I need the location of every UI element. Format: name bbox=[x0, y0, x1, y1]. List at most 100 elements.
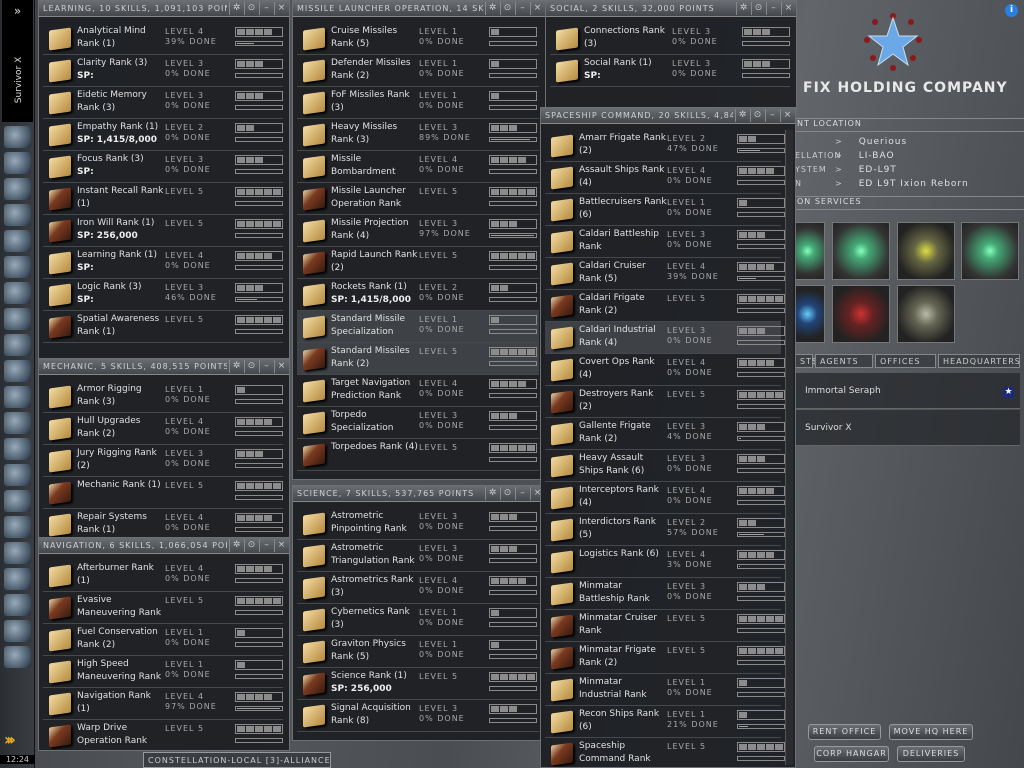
tab-agents[interactable]: AGENTS bbox=[815, 354, 873, 368]
skill-row[interactable]: Hull Upgrades Rank (2) LEVEL 4 0% DONE bbox=[43, 413, 283, 445]
skill-row[interactable]: Interceptors Rank (4) LEVEL 4 0% DONE bbox=[545, 482, 785, 514]
minimize-button[interactable]: – bbox=[259, 360, 273, 373]
skill-row[interactable]: Covert Ops Rank (4) LEVEL 4 0% DONE bbox=[545, 354, 785, 386]
skill-row[interactable]: Astrometrics Rank (3) LEVEL 4 0% DONE bbox=[297, 572, 539, 604]
skill-row[interactable]: Rapid Launch Rank (2) LEVEL 5 bbox=[297, 247, 539, 279]
character-sheet-icon[interactable] bbox=[4, 126, 31, 148]
expand-icon[interactable]: » bbox=[2, 4, 33, 18]
skill-row[interactable]: Cybernetics Rank (3) LEVEL 1 0% DONE bbox=[297, 604, 539, 636]
options-icon[interactable]: ⊙ bbox=[500, 2, 514, 15]
window-header[interactable]: LEARNING, 10 SKILLS, 1,091,103 POINT ✲ ⊙ – × bbox=[39, 1, 289, 17]
fitting-icon[interactable] bbox=[4, 386, 31, 408]
skill-row[interactable]: Warp Drive Operation Rank LEVEL 5 bbox=[43, 720, 283, 750]
tab-lists[interactable]: STS bbox=[795, 354, 817, 368]
skill-row[interactable]: Torpedo Specialization LEVEL 3 0% DONE bbox=[297, 407, 539, 439]
skill-row[interactable]: Cruise Missiles Rank (5) LEVEL 1 0% DONE bbox=[297, 23, 539, 55]
location-value[interactable]: LI-BAO bbox=[859, 151, 895, 161]
options-icon[interactable]: ⊙ bbox=[244, 360, 258, 373]
skill-row[interactable]: Signal Acquisition Rank (8) LEVEL 3 0% DON… bbox=[297, 700, 539, 732]
skill-row[interactable]: Missile Projection Rank (4) LEVEL 3 97% DO… bbox=[297, 215, 539, 247]
help-icon[interactable] bbox=[4, 438, 31, 460]
skill-row[interactable]: Science Rank (1) SP: 256,000 LEVEL 5 bbox=[297, 668, 539, 700]
information-icon[interactable] bbox=[4, 568, 31, 590]
wallet-icon[interactable] bbox=[4, 256, 31, 278]
window-header[interactable]: SCIENCE, 7 SKILLS, 537,765 POINTS ✲ ⊙ – × bbox=[293, 486, 545, 502]
skill-row[interactable]: Astrometric Triangulation Rank LEVEL 3 0% … bbox=[297, 540, 539, 572]
scrollbar[interactable] bbox=[785, 130, 793, 765]
location-value[interactable]: ED L9T Ixion Reborn bbox=[859, 179, 969, 189]
chevrons-icon[interactable]: ››› bbox=[4, 730, 31, 750]
skill-row[interactable]: Connections Rank (3) LEVEL 3 0% DONE bbox=[550, 23, 790, 55]
skill-row[interactable]: Caldari Frigate Rank (2) LEVEL 5 bbox=[545, 290, 785, 322]
window-header[interactable]: MISSILE LAUNCHER OPERATION, 14 SKIL ✲ ⊙ – × bbox=[293, 1, 545, 17]
corp-hangar-button[interactable]: CORP HANGAR bbox=[814, 746, 889, 762]
close-button[interactable]: × bbox=[274, 2, 288, 15]
portrait-icon[interactable] bbox=[4, 594, 31, 616]
window-header[interactable]: NAVIGATION, 6 SKILLS, 1,066,054 POIN ✲ ⊙ – × bbox=[39, 538, 289, 554]
skill-row[interactable]: Astrometric Pinpointing Rank LEVEL 3 0% DO… bbox=[297, 508, 539, 540]
people-places-icon[interactable] bbox=[4, 152, 31, 174]
skill-row[interactable]: Minmatar Frigate Rank (2) LEVEL 5 bbox=[545, 642, 785, 674]
skill-row[interactable]: Gallente Frigate Rank (2) LEVEL 3 4% DONE bbox=[545, 418, 785, 450]
skill-row[interactable]: FoF Missiles Rank (3) LEVEL 1 0% DONE bbox=[297, 87, 539, 119]
close-button[interactable]: × bbox=[530, 2, 544, 15]
skill-row[interactable]: Torpedoes Rank (4) LEVEL 5 bbox=[297, 439, 539, 471]
skill-row[interactable]: Navigation Rank (1) LEVEL 4 97% DONE bbox=[43, 688, 283, 720]
skill-row[interactable]: Minmatar Cruiser Rank LEVEL 5 bbox=[545, 610, 785, 642]
map-icon[interactable] bbox=[4, 308, 31, 330]
pin-icon[interactable]: ✲ bbox=[229, 2, 243, 15]
pin-icon[interactable]: ✲ bbox=[735, 109, 749, 122]
skill-row[interactable]: Caldari Industrial Rank (4) LEVEL 3 0% DON… bbox=[545, 322, 785, 354]
skill-row[interactable]: Logic Rank (3) SP: LEVEL 3 46% DONE bbox=[43, 279, 283, 311]
rent-office-button[interactable]: RENT OFFICE bbox=[808, 724, 881, 740]
skill-row[interactable]: Fuel Conservation Rank (2) LEVEL 1 0% DONE bbox=[43, 624, 283, 656]
window-header[interactable]: SPACESHIP COMMAND, 20 SKILLS, 4,84 ✲ ⊙ – × bbox=[541, 108, 795, 124]
skill-row[interactable]: Spaceship Command Rank LEVEL 5 bbox=[545, 738, 785, 767]
window-header[interactable]: MECHANIC, 5 SKILLS, 408,515 POINTS ✲ ⊙ – × bbox=[39, 359, 289, 375]
skill-row[interactable]: Iron Will Rank (1) SP: 256,000 LEVEL 5 bbox=[43, 215, 283, 247]
skill-row[interactable]: Standard Missiles Rank (2) LEVEL 5 bbox=[297, 343, 539, 375]
pin-icon[interactable]: ✲ bbox=[485, 487, 499, 500]
skill-row[interactable]: Learning Rank (1) SP: LEVEL 4 0% DONE bbox=[43, 247, 283, 279]
skill-row[interactable]: Heavy Missiles Rank (3) LEVEL 3 89% DONE bbox=[297, 119, 539, 151]
skill-row[interactable]: Social Rank (1) SP: LEVEL 3 0% DONE bbox=[550, 55, 790, 87]
pin-icon[interactable]: ✲ bbox=[736, 2, 750, 15]
skill-row[interactable]: Mechanic Rank (1) LEVEL 5 bbox=[43, 477, 283, 509]
mail-icon[interactable] bbox=[4, 178, 31, 200]
service-icon-4[interactable] bbox=[961, 222, 1019, 280]
contracts-icon[interactable] bbox=[4, 282, 31, 304]
skill-row[interactable]: Destroyers Rank (2) LEVEL 5 bbox=[545, 386, 785, 418]
skill-row[interactable]: Missile Bombardment LEVEL 4 0% DONE bbox=[297, 151, 539, 183]
skill-row[interactable]: Amarr Frigate Rank (2) LEVEL 2 47% DONE bbox=[545, 130, 785, 162]
skill-row[interactable]: Empathy Rank (1) SP: 1,415/8,000 LEVEL 2 0%… bbox=[43, 119, 283, 151]
notepad-icon[interactable] bbox=[4, 204, 31, 226]
skill-row[interactable]: Armor Rigging Rank (3) LEVEL 1 0% DONE bbox=[43, 381, 283, 413]
skill-row[interactable]: Repair Systems Rank (1) LEVEL 4 0% DONE bbox=[43, 509, 283, 539]
service-icon-3[interactable] bbox=[897, 222, 955, 280]
skill-row[interactable]: Defender Missiles Rank (2) LEVEL 1 0% DONE bbox=[297, 55, 539, 87]
skill-row[interactable]: Focus Rank (3) SP: LEVEL 3 0% DONE bbox=[43, 151, 283, 183]
service-icon-6[interactable] bbox=[832, 285, 890, 343]
close-button[interactable]: × bbox=[274, 539, 288, 552]
chat-channels-icon[interactable] bbox=[4, 464, 31, 486]
minimize-button[interactable]: – bbox=[515, 487, 529, 500]
pin-icon[interactable]: ✲ bbox=[229, 539, 243, 552]
market-icon[interactable] bbox=[4, 230, 31, 252]
skill-row[interactable]: Logistics Rank (6) LEVEL 4 3% DONE bbox=[545, 546, 785, 578]
pin-icon[interactable]: ✲ bbox=[485, 2, 499, 15]
skill-row[interactable]: Heavy Assault Ships Rank (6) LEVEL 3 0% DO… bbox=[545, 450, 785, 482]
deliveries-button[interactable]: DELIVERIES bbox=[897, 746, 965, 762]
close-button[interactable]: × bbox=[780, 109, 794, 122]
list-item[interactable]: Immortal Seraph ★ bbox=[795, 373, 1020, 409]
skill-row[interactable]: Instant Recall Rank (1) LEVEL 5 bbox=[43, 183, 283, 215]
audio-icon[interactable] bbox=[4, 542, 31, 564]
skill-row[interactable]: Recon Ships Rank (6) LEVEL 1 21% DONE bbox=[545, 706, 785, 738]
options-icon[interactable]: ⊙ bbox=[751, 2, 765, 15]
skill-row[interactable]: Analytical Mind Rank (1) LEVEL 4 39% DONE bbox=[43, 23, 283, 55]
character-name[interactable]: Survivor X bbox=[14, 35, 24, 125]
skill-row[interactable]: Caldari Battleship Rank LEVEL 3 0% DONE bbox=[545, 226, 785, 258]
corporation-icon[interactable] bbox=[4, 334, 31, 356]
journal-icon[interactable] bbox=[4, 516, 31, 538]
skill-row[interactable]: Jury Rigging Rank (2) LEVEL 3 0% DONE bbox=[43, 445, 283, 477]
skill-row[interactable]: Missile Launcher Operation Rank LEVEL 5 bbox=[297, 183, 539, 215]
